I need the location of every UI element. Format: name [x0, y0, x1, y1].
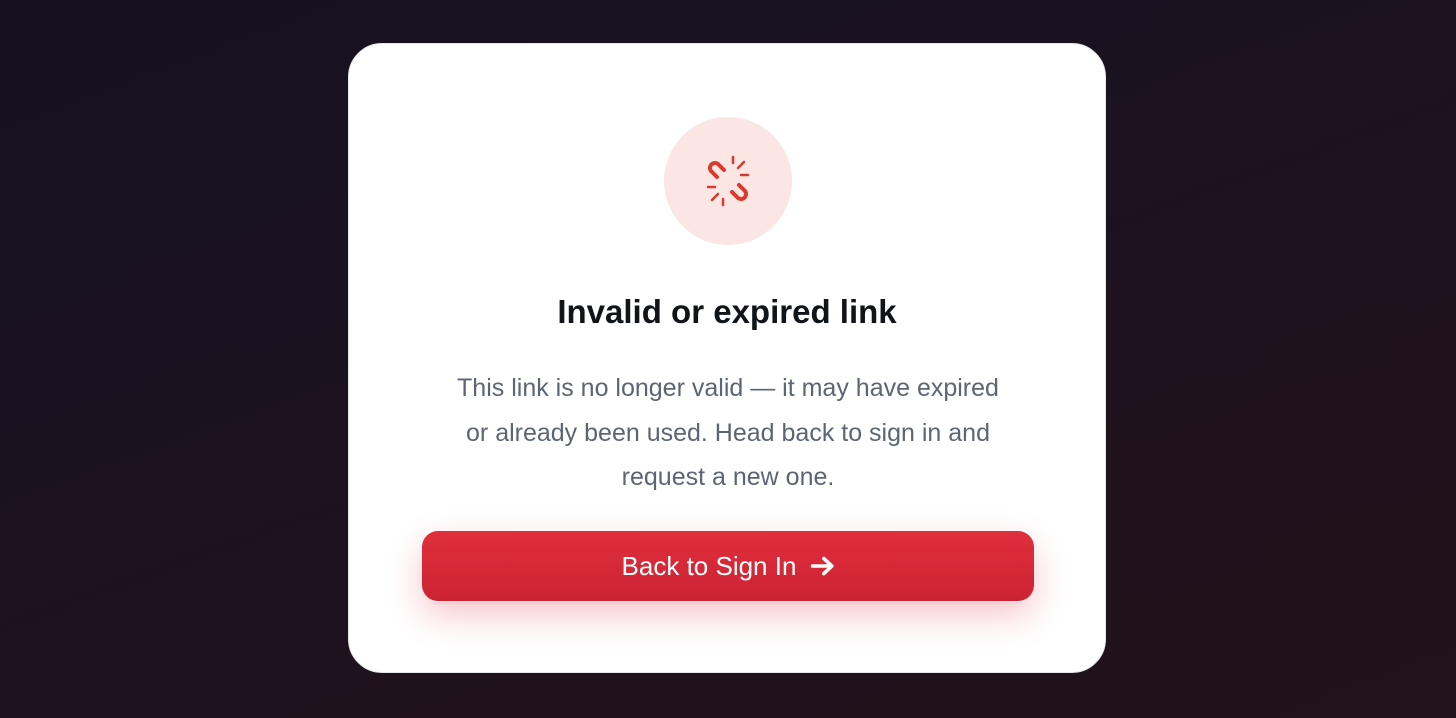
broken-link-icon	[706, 155, 750, 207]
error-message: This link is no longer valid — it may ha…	[457, 374, 999, 491]
button-label: Back to Sign In	[621, 550, 797, 581]
error-card: Invalid or expired link This link is no …	[348, 43, 1106, 673]
page-title: Invalid or expired link	[557, 293, 897, 330]
icon-badge	[664, 117, 792, 245]
arrow-right-icon	[811, 556, 835, 576]
back-to-sign-in-button[interactable]: Back to Sign In	[422, 531, 1034, 601]
